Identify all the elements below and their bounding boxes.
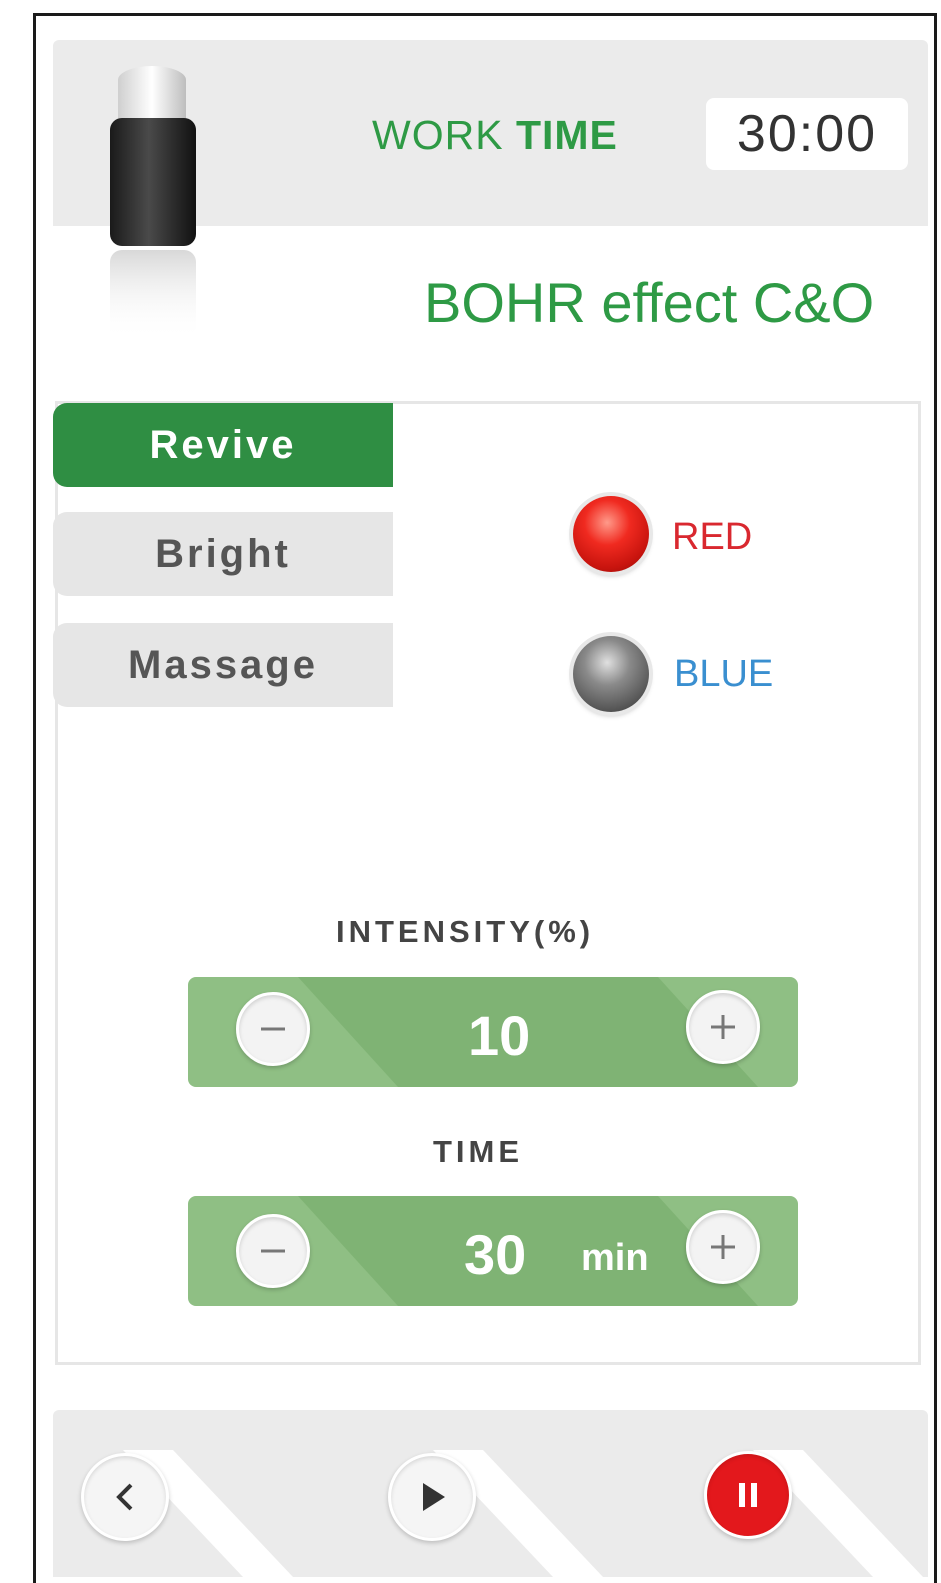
play-icon bbox=[423, 1483, 445, 1511]
red-led-button[interactable] bbox=[573, 496, 649, 572]
plus-icon bbox=[711, 1015, 735, 1039]
play-button[interactable] bbox=[388, 1453, 476, 1541]
back-button[interactable] bbox=[81, 1453, 169, 1541]
tab-massage[interactable]: Massage bbox=[53, 623, 393, 707]
intensity-label: INTENSITY(%) bbox=[336, 914, 595, 949]
intensity-increase-button[interactable] bbox=[686, 990, 760, 1064]
footer-control-bar bbox=[53, 1410, 928, 1577]
device-handpiece-image bbox=[110, 66, 196, 340]
pause-button[interactable] bbox=[704, 1451, 792, 1539]
time-decrease-button[interactable] bbox=[236, 1214, 310, 1288]
pause-icon bbox=[739, 1483, 757, 1507]
intensity-value: 10 bbox=[468, 1004, 531, 1067]
minus-icon bbox=[261, 1249, 285, 1253]
red-led-label: RED bbox=[672, 516, 753, 558]
blue-led-button[interactable] bbox=[573, 636, 649, 712]
time-increase-button[interactable] bbox=[686, 1210, 760, 1284]
minus-icon bbox=[261, 1027, 285, 1031]
work-time-label: WORK TIME bbox=[372, 112, 618, 159]
footer-background-shape bbox=[123, 1450, 923, 1577]
plus-icon bbox=[711, 1235, 735, 1259]
chevron-left-icon bbox=[116, 1483, 133, 1511]
blue-led-label: BLUE bbox=[674, 653, 774, 695]
program-title: BOHR effect C&O bbox=[424, 271, 875, 334]
tab-bright[interactable]: Bright bbox=[53, 512, 393, 596]
time-value: 30 bbox=[464, 1223, 527, 1286]
intensity-decrease-button[interactable] bbox=[236, 992, 310, 1066]
time-label: TIME bbox=[433, 1134, 524, 1169]
work-time-display: 30:00 bbox=[706, 98, 908, 170]
work-label-regular: WORK bbox=[372, 112, 504, 158]
tab-revive[interactable]: Revive bbox=[53, 403, 393, 487]
work-label-bold: TIME bbox=[515, 112, 618, 158]
time-unit: min bbox=[581, 1237, 649, 1279]
